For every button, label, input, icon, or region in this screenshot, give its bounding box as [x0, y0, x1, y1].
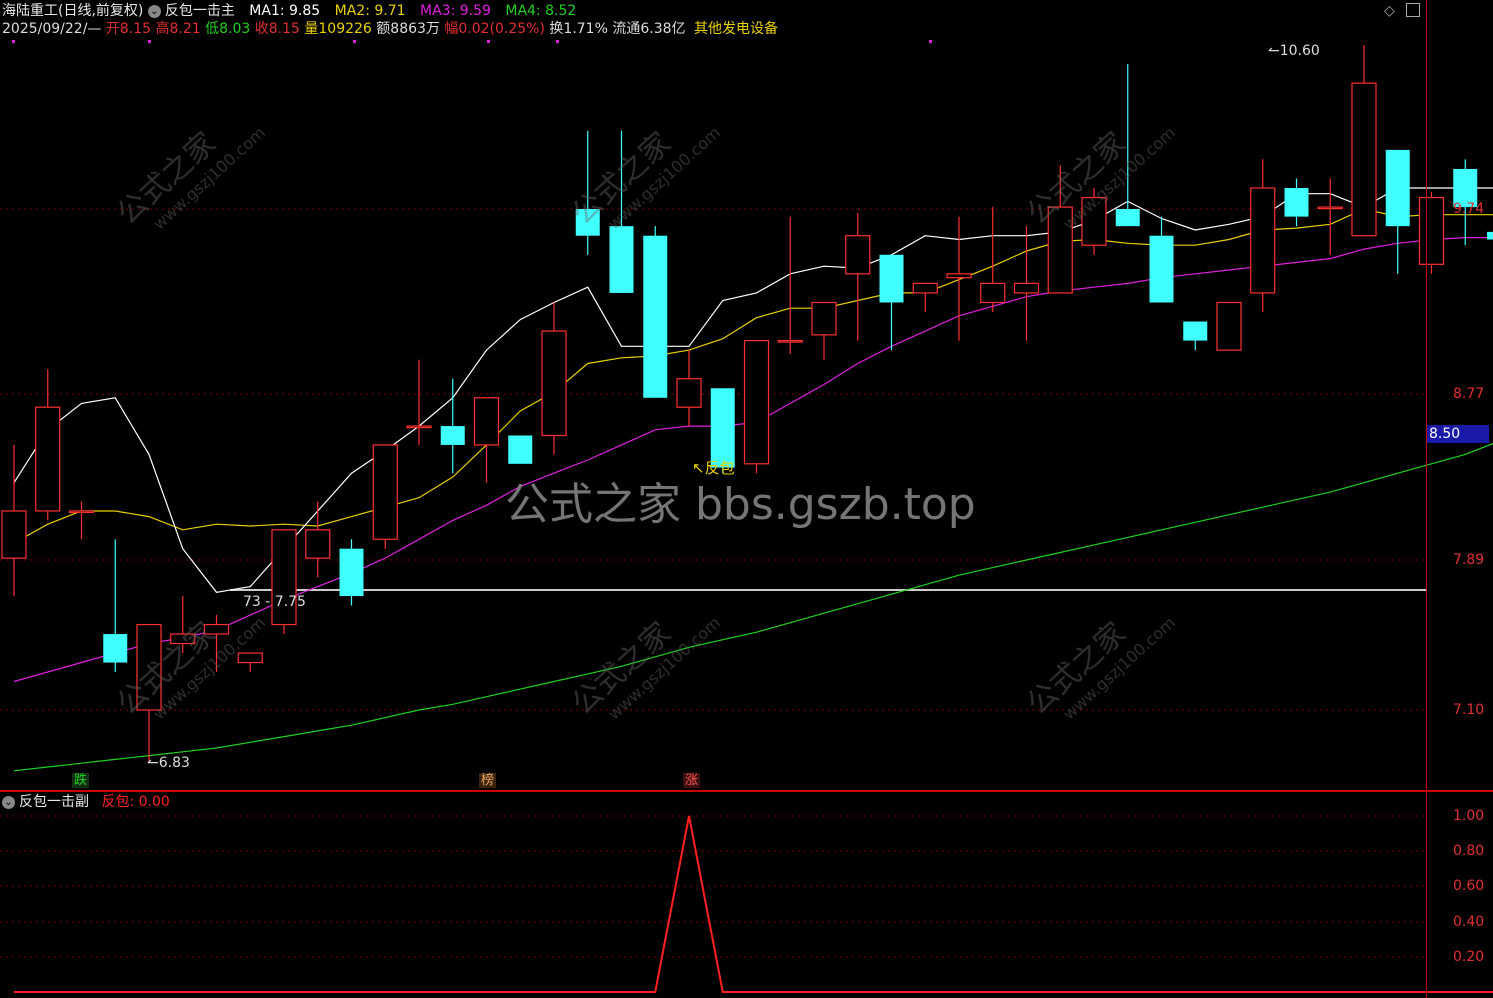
candle-body-up	[305, 529, 331, 559]
badge-bang[interactable]: 榜	[479, 773, 497, 788]
sub-tick-5: 0.20	[1453, 949, 1485, 965]
candle-body-up	[1418, 196, 1445, 265]
period-dot	[148, 40, 151, 43]
candle-body-up	[980, 282, 1006, 304]
candle-body-down	[440, 426, 465, 445]
candle-body-down	[1149, 235, 1174, 303]
signal-line	[14, 815, 1493, 993]
sub-series-label: 反包: 0.00	[101, 794, 170, 810]
candle-body-up	[68, 510, 95, 514]
candle-body-down	[879, 254, 904, 303]
arrow-left-icon: ↼	[147, 755, 159, 771]
candle-body-up	[237, 652, 263, 664]
candle-body-up	[406, 425, 432, 429]
candle-body-down	[339, 548, 364, 597]
panel-separator[interactable]	[0, 790, 1493, 792]
candle-body-down	[1284, 188, 1309, 217]
candle-body-up	[676, 378, 702, 408]
sub-tick-1: 1.00	[1453, 808, 1485, 824]
low-mark-value: 6.83	[158, 755, 190, 771]
period-dot	[12, 40, 15, 43]
candle-body-down	[103, 634, 128, 663]
low-marker: ↼6.83	[147, 755, 190, 771]
price-tick-4: 7.10	[1453, 702, 1485, 718]
candle-body-up	[1351, 82, 1377, 237]
candle-body-up	[541, 330, 567, 437]
candle-body-up	[1216, 301, 1242, 351]
sub-tick-3: 0.60	[1453, 878, 1485, 894]
high-marker: ↼10.60	[1268, 43, 1320, 59]
candle-body-down	[1487, 231, 1493, 240]
arrow-left-icon: ↼	[1268, 43, 1280, 59]
candle-body-up	[946, 273, 972, 279]
last-price-tag: 8.50	[1427, 425, 1489, 443]
price-tick-3: 7.89	[1453, 552, 1485, 568]
candle-body-up	[271, 529, 297, 626]
sub-tick-2: 0.80	[1453, 843, 1485, 859]
high-mark-value: 10.60	[1279, 43, 1320, 59]
candle-body-down	[710, 388, 735, 468]
candle-body-down	[1183, 321, 1208, 341]
candle-body-down	[1115, 209, 1140, 227]
period-dot	[929, 40, 932, 43]
candle-body-up	[811, 301, 837, 336]
badge-zhang[interactable]: 涨	[683, 773, 701, 788]
watermark-main: 公式之家 bbs.gszb.top	[505, 479, 976, 530]
sub-panel-header: ⌄ 反包一击副 反包: 0.00	[2, 793, 170, 811]
candle-body-up	[372, 444, 398, 540]
price-tick-2: 8.77	[1453, 386, 1485, 402]
candle-body-down	[508, 435, 533, 464]
sub-panel-title[interactable]: 反包一击副	[19, 794, 89, 810]
candle-body-up	[1250, 187, 1276, 294]
chevron-down-icon[interactable]: ⌄	[2, 795, 15, 809]
candle-body-up	[1013, 282, 1040, 294]
candle-body-down	[1385, 149, 1410, 227]
period-dot	[353, 40, 356, 43]
candle-body-up	[473, 397, 500, 446]
period-dot	[556, 40, 559, 43]
badge-die[interactable]: 跌	[72, 773, 90, 788]
period-dot	[487, 40, 490, 43]
candle-body-up	[845, 235, 871, 275]
support-range-label: 73 - 7.75	[243, 594, 306, 610]
candle-body-up	[912, 282, 938, 294]
price-axis-line	[1426, 0, 1427, 998]
candle-body-up	[743, 339, 770, 465]
sub-tick-4: 0.40	[1453, 914, 1485, 930]
candle-body-up	[35, 406, 61, 512]
price-tick-1: 9.74	[1453, 201, 1485, 217]
sub-chart	[14, 815, 1493, 993]
candle-body-down	[643, 235, 668, 398]
candle-body-up	[1317, 206, 1343, 210]
candle-body-up	[777, 339, 803, 343]
candle-body-up	[1, 510, 27, 559]
